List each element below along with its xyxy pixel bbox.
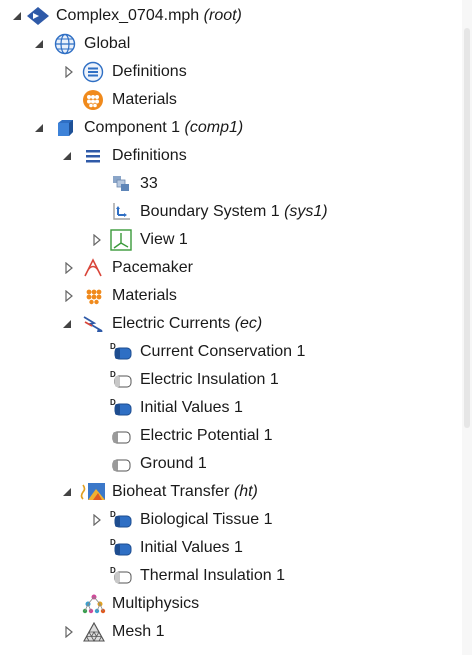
geometry-icon xyxy=(82,257,104,279)
electric-currents-icon xyxy=(82,313,104,335)
tree-node-mesh[interactable]: Mesh 1 xyxy=(0,618,462,646)
tree-node-view[interactable]: View 1 xyxy=(0,226,462,254)
vertical-scrollbar[interactable] xyxy=(462,0,472,655)
tree-node-bioheat-transfer[interactable]: Bioheat Transfer (ht) xyxy=(0,478,462,506)
tree-node-label: Bioheat Transfer (ht) xyxy=(112,483,258,500)
tree-node-label: 33 xyxy=(140,175,158,192)
tree-node-label: Initial Values 1 xyxy=(140,539,243,556)
expand-arrow-icon[interactable] xyxy=(62,64,76,80)
expand-arrow-icon[interactable] xyxy=(62,288,76,304)
tree-node-label: Boundary System 1 (sys1) xyxy=(140,203,328,220)
view-icon xyxy=(110,229,132,251)
tree-node-selection[interactable]: 33 xyxy=(0,170,462,198)
expand-arrow-icon[interactable] xyxy=(62,624,76,640)
definitions-icon xyxy=(82,145,104,167)
domain-feature-icon: D xyxy=(110,509,132,531)
tree-node-global[interactable]: Global xyxy=(0,30,462,58)
collapse-arrow-icon[interactable] xyxy=(60,316,74,332)
tree-node-label: Definitions xyxy=(112,147,187,164)
materials-small-icon xyxy=(82,285,104,307)
collapse-arrow-icon[interactable] xyxy=(60,148,74,164)
tree-node-initial-values-ht[interactable]: D Initial Values 1 xyxy=(0,534,462,562)
tree-node-biological-tissue[interactable]: D Biological Tissue 1 xyxy=(0,506,462,534)
boundary-feature-icon xyxy=(110,425,132,447)
tree-node-global-materials[interactable]: Materials xyxy=(0,86,462,114)
mesh-icon xyxy=(82,621,105,643)
tree-node-pacemaker[interactable]: Pacemaker xyxy=(0,254,462,282)
tree-node-label: Materials xyxy=(112,91,177,108)
collapse-arrow-icon[interactable] xyxy=(32,120,46,136)
tree-node-label: Ground 1 xyxy=(140,455,207,472)
tree-node-materials[interactable]: Materials xyxy=(0,282,462,310)
expand-arrow-icon[interactable] xyxy=(90,232,104,248)
tree-node-electric-potential[interactable]: Electric Potential 1 xyxy=(0,422,462,450)
tree-node-label: Complex_0704.mph (root) xyxy=(56,7,242,24)
domain-feature-icon: D xyxy=(110,565,132,587)
tree-node-current-conservation[interactable]: D Current Conservation 1 xyxy=(0,338,462,366)
boundary-feature-icon xyxy=(110,453,132,475)
tree-node-label: Current Conservation 1 xyxy=(140,343,306,360)
collapse-arrow-icon[interactable] xyxy=(60,484,74,500)
selection-icon xyxy=(110,173,132,195)
tree-node-label: Global xyxy=(84,35,131,52)
tree-node-label: Thermal Insulation 1 xyxy=(140,567,285,584)
tree-node-label: Component 1 (comp1) xyxy=(84,119,244,136)
expand-arrow-icon[interactable] xyxy=(62,260,76,276)
tree-node-label: Electric Currents (ec) xyxy=(112,315,263,332)
tree-node-root[interactable]: Complex_0704.mph (root) xyxy=(0,2,462,30)
tree-node-label: Mesh 1 xyxy=(112,623,165,640)
bioheat-icon xyxy=(80,481,105,503)
materials-icon xyxy=(82,89,104,111)
component-cube-icon xyxy=(54,117,76,139)
scrollbar-thumb[interactable] xyxy=(464,28,470,428)
collapse-arrow-icon[interactable] xyxy=(32,36,46,52)
tree-node-label: Definitions xyxy=(112,63,187,80)
tree-node-label: Materials xyxy=(112,287,177,304)
tree-node-label: Initial Values 1 xyxy=(140,399,243,416)
tree-node-label: Biological Tissue 1 xyxy=(140,511,273,528)
globe-icon xyxy=(54,33,76,55)
collapse-arrow-icon[interactable] xyxy=(10,8,24,24)
tree-node-label: Multiphysics xyxy=(112,595,200,612)
tree-node-initial-values[interactable]: D Initial Values 1 xyxy=(0,394,462,422)
global-definitions-icon xyxy=(82,61,104,83)
model-root-icon xyxy=(26,5,49,27)
domain-feature-icon: D xyxy=(110,369,132,391)
tree-node-electric-currents[interactable]: Electric Currents (ec) xyxy=(0,310,462,338)
expand-arrow-icon[interactable] xyxy=(90,512,104,528)
domain-feature-icon: D xyxy=(110,397,132,419)
multiphysics-icon xyxy=(82,593,106,615)
tree-node-label: View 1 xyxy=(140,231,188,248)
tree-node-boundary-system[interactable]: Boundary System 1 (sys1) xyxy=(0,198,462,226)
tree-node-label: Electric Potential 1 xyxy=(140,427,273,444)
model-builder-tree: Complex_0704.mph (root) Global Definitio… xyxy=(0,0,462,655)
boundary-system-icon xyxy=(110,201,132,223)
tree-node-ground[interactable]: Ground 1 xyxy=(0,450,462,478)
domain-feature-icon: D xyxy=(110,537,132,559)
tree-node-label: Electric Insulation 1 xyxy=(140,371,279,388)
tree-node-thermal-insulation[interactable]: D Thermal Insulation 1 xyxy=(0,562,462,590)
tree-node-multiphysics[interactable]: Multiphysics xyxy=(0,590,462,618)
tree-node-label: Pacemaker xyxy=(112,259,193,276)
tree-node-global-definitions[interactable]: Definitions xyxy=(0,58,462,86)
tree-node-electric-insulation[interactable]: D Electric Insulation 1 xyxy=(0,366,462,394)
domain-feature-icon: D xyxy=(110,341,132,363)
tree-node-definitions[interactable]: Definitions xyxy=(0,142,462,170)
tree-node-component[interactable]: Component 1 (comp1) xyxy=(0,114,462,142)
